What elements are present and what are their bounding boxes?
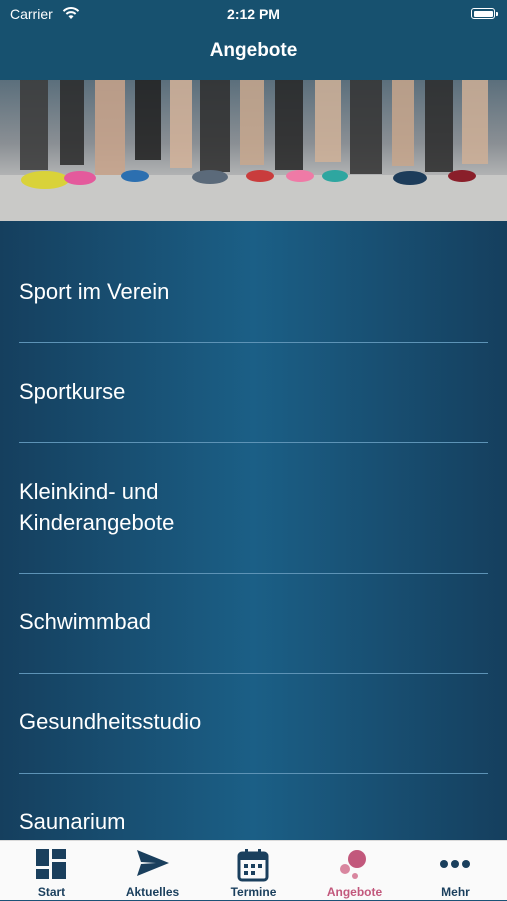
- divider: [19, 573, 488, 574]
- menu-item-label: Schwimmbad: [19, 609, 152, 634]
- menu-item-saunarium[interactable]: Saunarium: [19, 806, 488, 840]
- divider: [19, 673, 488, 674]
- clock: 2:12 PM: [227, 6, 280, 22]
- tab-label: Aktuelles: [125, 885, 180, 899]
- menu-item-sportkurse[interactable]: Sportkurse: [19, 376, 488, 443]
- tab-label: Mehr: [441, 885, 470, 899]
- menu-item-label: Gesundheitsstudio: [19, 709, 202, 734]
- page-title: Angebote: [209, 40, 298, 61]
- tab-mehr[interactable]: Mehr: [405, 841, 506, 901]
- divider: [19, 342, 488, 343]
- battery-icon: [471, 8, 498, 19]
- divider: [19, 773, 488, 774]
- tab-label: Termine: [230, 885, 277, 899]
- banner-image: [0, 80, 507, 221]
- tab-label: Angebote: [326, 885, 383, 899]
- tab-termine[interactable]: Termine: [203, 841, 304, 901]
- tab-start[interactable]: Start: [1, 841, 102, 901]
- send-icon: [137, 850, 169, 876]
- menu-item-label: Saunarium: [19, 809, 126, 834]
- more-icon: [440, 860, 470, 868]
- menu-item-sport-im-verein[interactable]: Sport im Verein: [19, 276, 488, 343]
- divider: [19, 442, 488, 443]
- tab-bar: Start Aktuelles Termine Angebote Mehr: [0, 840, 507, 900]
- menu-item-schwimmbad[interactable]: Schwimmbad: [19, 606, 488, 674]
- grid-icon: [36, 849, 66, 879]
- tab-label: Start: [37, 885, 66, 899]
- menu-item-label: Sportkurse: [19, 379, 126, 404]
- menu-list: Sport im Verein Sportkurse Kleinkind- un…: [0, 221, 507, 840]
- menu-item-gesundheitsstudio[interactable]: Gesundheitsstudio: [19, 706, 488, 774]
- dots-bubble-icon: [340, 850, 366, 879]
- menu-item-label: Kleinkind- und Kinderangebote: [19, 479, 175, 535]
- calendar-icon: [237, 849, 269, 882]
- menu-item-label: Sport im Verein: [19, 279, 170, 304]
- status-bar: Carrier 2:12 PM: [0, 6, 507, 24]
- tab-aktuelles[interactable]: Aktuelles: [102, 841, 203, 901]
- tab-angebote[interactable]: Angebote: [304, 841, 405, 901]
- menu-item-kinderangebote[interactable]: Kleinkind- und Kinderangebote: [19, 476, 488, 574]
- navigation-bar: Carrier 2:12 PM Angebote: [0, 0, 507, 80]
